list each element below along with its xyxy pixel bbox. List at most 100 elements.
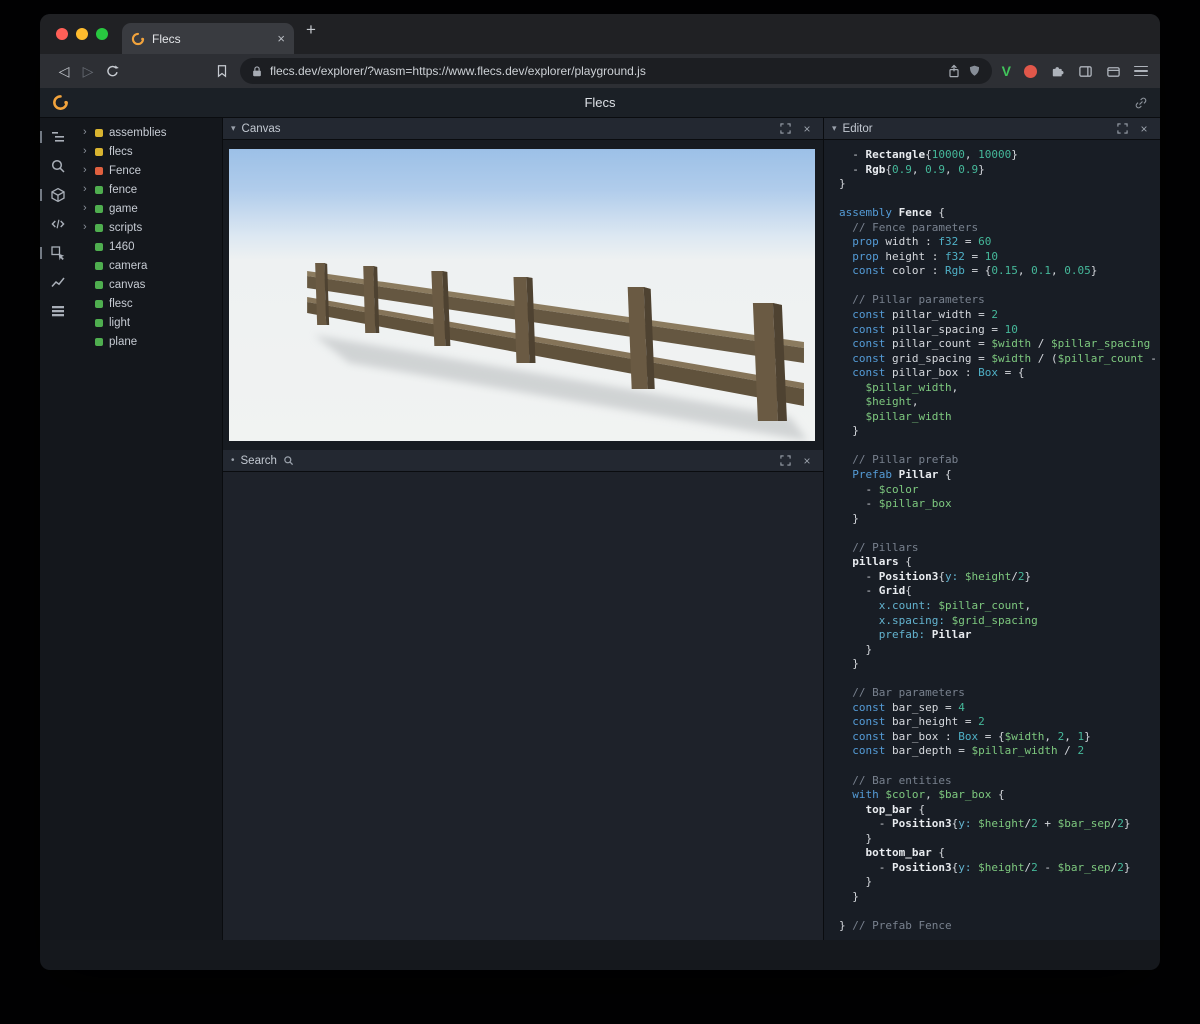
search-panel-header: • Search × [223,450,823,472]
reload-button[interactable] [100,59,124,83]
tree-item-camera[interactable]: camera [76,256,222,275]
tree-item-1460[interactable]: 1460 [76,237,222,256]
code-line: with $color, $bar_box { [839,788,1005,802]
back-button[interactable]: ◁ [52,59,76,83]
sidebar-toggle-icon[interactable] [1078,64,1093,79]
tree-item-plane[interactable]: plane [76,332,222,351]
expand-panel-icon[interactable] [777,455,793,466]
brave-shield-icon[interactable] [968,64,981,78]
browser-tab[interactable]: Flecs × [122,23,294,54]
search-results-area[interactable] [223,472,823,940]
inspector-cursor-icon[interactable] [40,244,68,262]
code-line: // Bar parameters [839,686,965,700]
tree-item-flesc[interactable]: flesc [76,294,222,313]
canvas-3d-viewport[interactable] [229,149,815,441]
expand-chevron-icon[interactable]: › [83,165,93,176]
expand-chevron-icon[interactable]: › [83,203,93,214]
flecs-explorer-page: Flecs › assemblies › flecs › Fence › fen… [40,88,1160,940]
tree-item-scripts[interactable]: › scripts [76,218,222,237]
code-line: // Pillar parameters [839,293,985,307]
collapse-chevron-icon[interactable]: ▾ [832,123,837,134]
forward-button[interactable]: ▷ [76,59,100,83]
tree-item-fence[interactable]: › fence [76,180,222,199]
extension-v-icon[interactable]: V [1002,63,1011,79]
entity-label: flesc [109,297,133,310]
url-text[interactable]: flecs.dev/explorer/?wasm=https://www.fle… [270,64,940,78]
code-line: const bar_depth = $pillar_width / 2 [839,744,1085,758]
entity-tree: › assemblies › flecs › Fence › fence › game › scrip… [76,118,222,940]
traffic-lights [56,28,108,40]
code-line: $pillar_width, [839,380,959,394]
code-line: const bar_box : Box = {$width, 2, 1} [839,729,1091,743]
tree-item-light[interactable]: light [76,313,222,332]
wallet-icon[interactable] [1106,64,1121,79]
code-editor[interactable]: - Rectangle{10000, 10000} - Rgb{0.9, 0.9… [824,140,1160,940]
code-line: - $pillar_box [839,497,952,511]
tree-item-canvas[interactable]: canvas [76,275,222,294]
code-line: // Bar entities [839,773,952,787]
window-zoom-button[interactable] [96,28,108,40]
code-line: const pillar_spacing = 10 [839,322,1018,336]
code-line: x.spacing: $grid_spacing [839,613,1038,627]
menu-hamburger-icon[interactable] [1134,63,1148,79]
extensions-puzzle-icon[interactable] [1050,64,1065,79]
tab-close-icon[interactable]: × [277,31,285,46]
tree-item-assemblies[interactable]: › assemblies [76,123,222,142]
entity-color-swatch [95,166,103,175]
code-line: const color : Rgb = {0.15, 0.1, 0.05} [839,264,1098,278]
expand-chevron-icon[interactable]: › [83,146,93,157]
entity-color-swatch [95,223,103,232]
code-line: - Rgb{0.9, 0.9, 0.9} [839,162,985,176]
entity-color-swatch [95,242,103,251]
share-icon[interactable] [947,64,961,79]
code-line: - Rectangle{10000, 10000} [839,148,1018,161]
code-line: prop height : f32 = 10 [839,249,998,263]
code-line: } [839,657,859,671]
tree-item-flecs[interactable]: › flecs [76,142,222,161]
expand-panel-icon[interactable] [777,123,793,134]
code-line: // Pillar prefab [839,453,959,467]
canvas-panel-title: Canvas [241,122,281,135]
code-line: const bar_sep = 4 [839,700,965,714]
entity-color-swatch [95,261,103,270]
entity-color-swatch [95,147,103,156]
close-panel-icon[interactable]: × [1136,122,1152,136]
page-body: › assemblies › flecs › Fence › fence › game › scrip… [40,118,1160,940]
entity-label: plane [109,335,138,348]
statistics-chart-icon[interactable] [48,273,68,291]
tree-item-game[interactable]: › game [76,199,222,218]
collapse-chevron-icon[interactable]: ▾ [231,123,236,134]
expand-chevron-icon[interactable]: › [83,184,93,195]
logs-icon[interactable] [48,302,68,320]
scene-cube-icon[interactable] [40,186,68,204]
expand-panel-icon[interactable] [1114,123,1130,134]
search-icon[interactable] [48,157,68,175]
code-icon[interactable] [48,215,68,233]
window-minimize-button[interactable] [76,28,88,40]
url-bar[interactable]: flecs.dev/explorer/?wasm=https://www.fle… [240,58,992,84]
editor-column: ▾ Editor × - Rectangle{10000, 10000} - R… [823,118,1160,940]
close-panel-icon[interactable]: × [799,122,815,136]
expand-chevron-icon[interactable]: › [83,222,93,233]
tab-strip: Flecs × + [40,14,1160,54]
new-tab-button[interactable]: + [306,21,316,38]
code-line: const pillar_count = $width / $pillar_sp… [839,337,1151,351]
canvas-column: ▾ Canvas × • Search × [222,118,823,940]
expand-chevron-icon[interactable]: › [83,127,93,138]
tree-item-Fence[interactable]: › Fence [76,161,222,180]
bookmark-icon[interactable] [210,59,234,83]
outliner-icon[interactable] [40,128,68,146]
search-collapse-icon[interactable]: • [231,455,235,466]
code-line: } [839,831,873,845]
editor-panel-header: ▾ Editor × [824,118,1160,140]
entity-color-swatch [95,280,103,289]
close-panel-icon[interactable]: × [799,454,815,468]
window-close-button[interactable] [56,28,68,40]
share-link-icon[interactable] [1134,96,1148,110]
page-title: Flecs [584,95,616,110]
app-header: Flecs [40,88,1160,118]
extension-red-icon[interactable] [1024,64,1037,78]
code-line: Prefab Pillar { [839,468,952,482]
